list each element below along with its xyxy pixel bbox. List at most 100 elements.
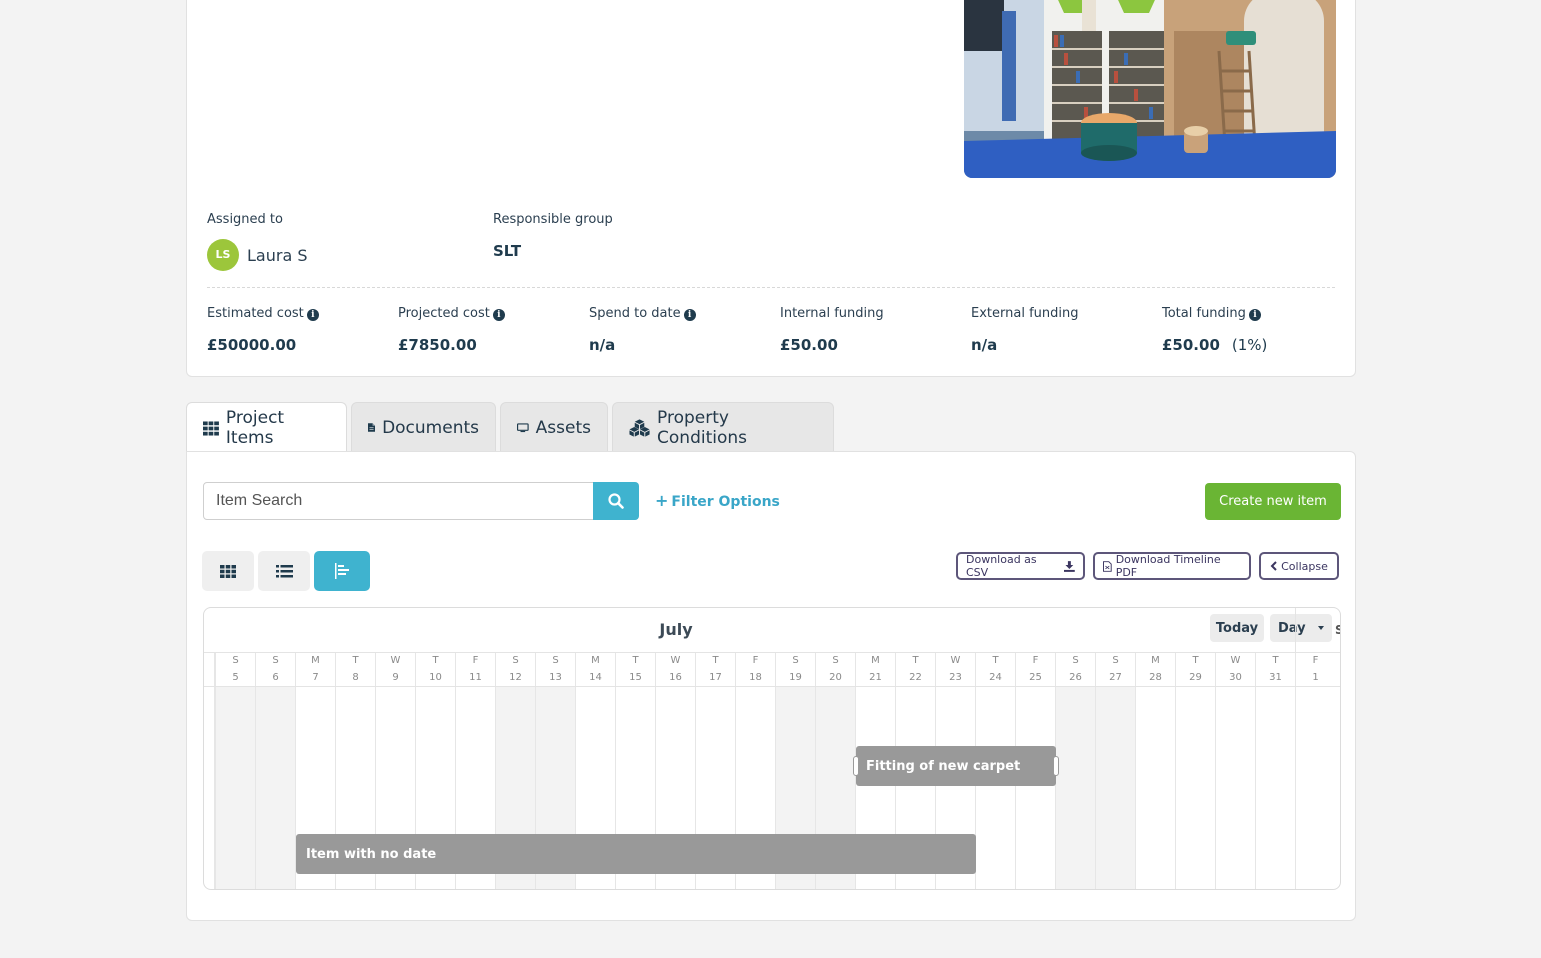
- collapse-button[interactable]: Collapse: [1259, 552, 1339, 580]
- weekday-label: W: [390, 655, 401, 666]
- list-icon: [275, 564, 293, 577]
- divider: [207, 287, 1335, 288]
- caret-down-icon: [1318, 626, 1324, 630]
- responsible-group-label: Responsible group: [493, 212, 613, 227]
- project-items-panel: +Filter Options Create new item Download…: [186, 451, 1356, 921]
- cost-value-text: £50.00: [1162, 336, 1220, 354]
- weekday-label: S: [792, 655, 799, 666]
- cost-label-text: Projected cost: [398, 306, 490, 321]
- filter-options-link[interactable]: + Filter Options: [655, 491, 780, 510]
- header-line: [204, 686, 1340, 687]
- weekday-label: T: [632, 655, 639, 666]
- cost-value: £7850.00: [398, 336, 477, 354]
- tab-property-conditions[interactable]: Property Conditions: [612, 402, 834, 452]
- resize-handle-left[interactable]: [853, 756, 859, 776]
- cost-value: n/a: [971, 336, 997, 354]
- day-number-label: 5: [232, 672, 239, 683]
- avatar: LS: [207, 239, 239, 271]
- day-number-label: 31: [1269, 672, 1282, 683]
- weekday-label: T: [432, 655, 439, 666]
- weekday-label: S: [1072, 655, 1079, 666]
- gantt-bar-label: Fitting of new carpet: [866, 758, 1021, 774]
- download-csv-button[interactable]: Download as CSV: [956, 552, 1085, 580]
- search-icon: [608, 493, 624, 509]
- day-number-label: 23: [949, 672, 962, 683]
- weekday-label: T: [912, 655, 919, 666]
- timeline-icon: [334, 563, 349, 579]
- day-number-label: 16: [669, 672, 682, 683]
- day-number-label: 15: [629, 672, 642, 683]
- cost-label-text: Total funding: [1162, 306, 1246, 321]
- weekday-label: F: [1312, 655, 1319, 666]
- day-column-body: [216, 686, 255, 889]
- weekday-label: T: [712, 655, 719, 666]
- library-image: [964, 0, 1336, 178]
- item-search-input[interactable]: [203, 482, 595, 520]
- weekday-label: S: [512, 655, 519, 666]
- day-number-label: 28: [1149, 672, 1162, 683]
- day-number-label: 25: [1029, 672, 1042, 683]
- day-number-label: 26: [1069, 672, 1082, 683]
- weekday-label: T: [992, 655, 999, 666]
- download-timeline-pdf-button[interactable]: Download Timeline PDF: [1093, 552, 1251, 580]
- tab-assets[interactable]: Assets: [500, 402, 608, 452]
- day-column: F1: [1295, 652, 1335, 889]
- day-column-body: [1016, 686, 1055, 889]
- create-new-item-button[interactable]: Create new item: [1205, 483, 1341, 520]
- info-icon[interactable]: i: [683, 309, 696, 321]
- assigned-to-label: Assigned to: [207, 212, 283, 227]
- today-button[interactable]: Today: [1210, 614, 1264, 642]
- weekday-label: F: [472, 655, 479, 666]
- tab-project-items[interactable]: Project Items: [186, 402, 347, 453]
- cost-value-text: n/a: [589, 336, 616, 354]
- gantt-bar-label: Item with no date: [306, 846, 437, 862]
- day-number-label: 7: [312, 672, 319, 683]
- zoom-select[interactable]: Day: [1270, 614, 1332, 642]
- day-column: T 31: [1255, 652, 1295, 889]
- day-number-label: 12: [509, 672, 522, 683]
- info-icon[interactable]: i: [492, 309, 505, 321]
- weekday-label: M: [1151, 655, 1160, 666]
- assignee-name: Laura S: [247, 246, 308, 265]
- day-column: S 27: [1095, 652, 1135, 889]
- cost-value: £50.00: [780, 336, 838, 354]
- list-view-button[interactable]: [258, 551, 310, 591]
- day-column: S6: [255, 652, 295, 889]
- chevron-left-icon: [1270, 561, 1277, 571]
- tab-label: Assets: [535, 417, 591, 438]
- weekday-label: S: [1112, 655, 1119, 666]
- monitor-icon: [517, 422, 529, 432]
- weekday-label: F: [1032, 655, 1039, 666]
- weekday-label: S: [832, 655, 839, 666]
- gantt-bar[interactable]: Fitting of new carpet: [853, 746, 1059, 786]
- header-line: [204, 652, 1340, 653]
- weekday-label: S: [272, 655, 279, 666]
- day-number-label: 19: [789, 672, 802, 683]
- tab-label: Project Items: [225, 408, 285, 448]
- weekday-label: T: [352, 655, 359, 666]
- search-button[interactable]: [593, 482, 639, 520]
- cost-value: n/a: [589, 336, 615, 354]
- grid-icon: [220, 564, 236, 578]
- timeline-view-button[interactable]: [314, 551, 370, 591]
- day-column: W 30: [1215, 652, 1255, 889]
- info-icon[interactable]: i: [1248, 309, 1261, 321]
- gantt-timeline[interactable]: July Today Day S S5S6M7T8W9T10F11S12S13M…: [203, 607, 1341, 890]
- day-number-label: 18: [749, 672, 762, 683]
- cost-label: Spend to date i: [589, 306, 696, 321]
- info-icon[interactable]: i: [306, 309, 319, 321]
- day-column-body: [1296, 686, 1335, 889]
- day-column-body: [1176, 686, 1215, 889]
- resize-handle-right[interactable]: [1053, 756, 1059, 776]
- cost-label-text: Estimated cost: [207, 306, 304, 321]
- grid-view-button[interactable]: [202, 551, 254, 591]
- day-number-label: 9: [392, 672, 399, 683]
- day-number-label: 11: [469, 672, 482, 683]
- day-number-label: 27: [1109, 672, 1122, 683]
- day-number-label: 1: [1312, 672, 1319, 683]
- weekday-label: S: [552, 655, 559, 666]
- cost-value: £50.00 (1%): [1162, 336, 1267, 354]
- tab-documents[interactable]: Documents: [351, 402, 496, 452]
- gantt-bar[interactable]: Item with no date: [296, 834, 976, 874]
- month-label: July: [659, 620, 693, 639]
